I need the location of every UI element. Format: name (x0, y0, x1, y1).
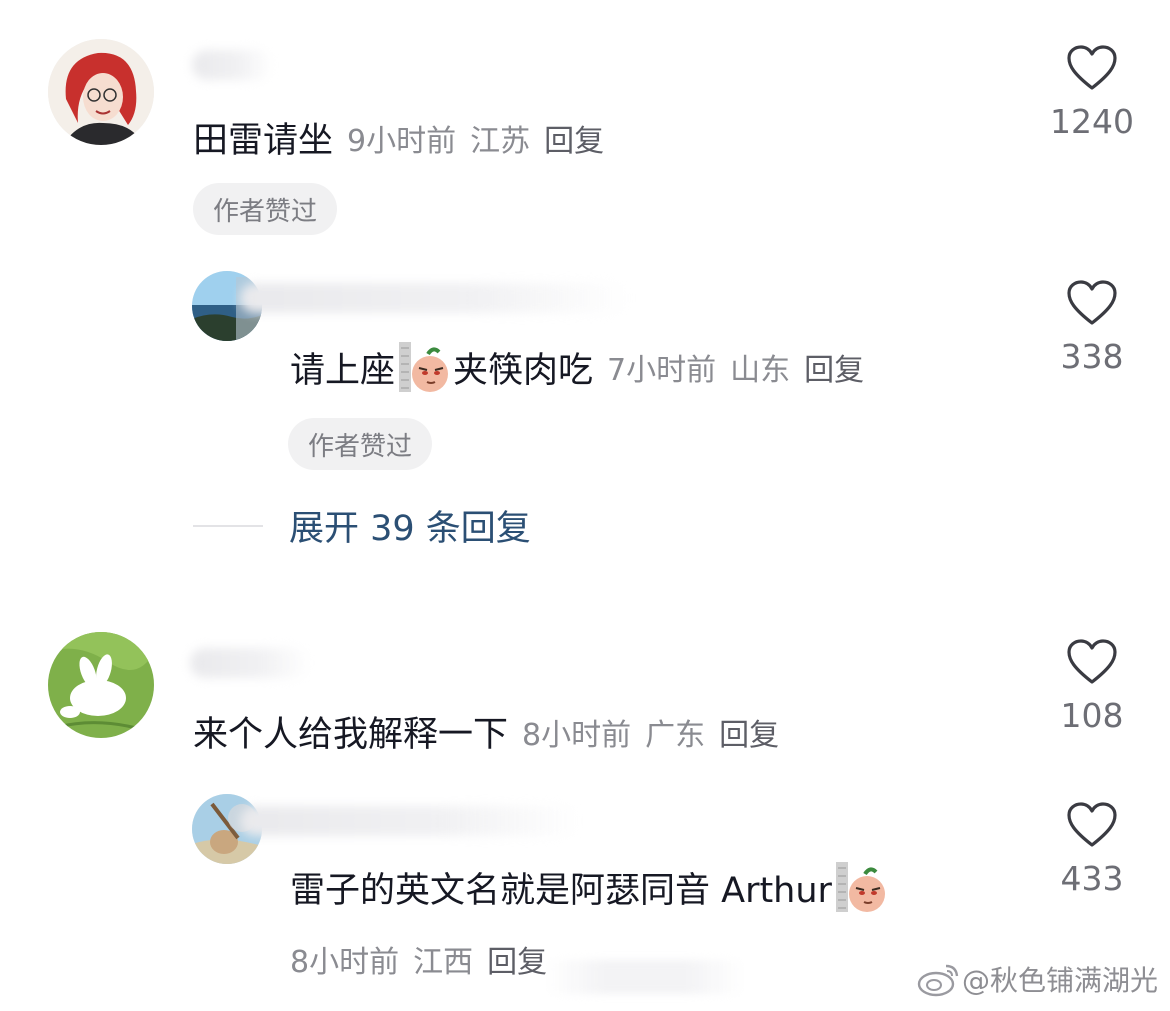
like-button[interactable]: 108 (1037, 638, 1147, 735)
comment-location: 江西 (413, 945, 474, 980)
author-liked-badge: 作者赞过 (193, 183, 338, 235)
blurred-username (240, 283, 630, 313)
avatar[interactable] (48, 39, 154, 145)
comment-meta-line: 8小时前 江西 回复 (290, 937, 547, 981)
blur-overlay (545, 960, 745, 994)
heart-outline-icon (1067, 639, 1117, 684)
comment-line: 请上座 夹筷肉吃 7小时前 山东 回复 (290, 340, 864, 394)
comment-text: 夹筷肉吃 (453, 350, 594, 391)
comment-text: 请上座 (290, 350, 396, 391)
comment-location: 江苏 (470, 123, 531, 159)
reply-button[interactable]: 回复 (804, 345, 864, 389)
like-count: 1240 (1050, 102, 1134, 141)
peanut-doll-sticker (399, 342, 449, 392)
blurred-username (240, 806, 580, 836)
like-count: 108 (1060, 696, 1124, 735)
comment-location: 广东 (645, 717, 706, 753)
comment-time: 7小时前 (607, 353, 717, 388)
expand-replies[interactable]: 展开 39 条回复 (193, 500, 531, 551)
like-button[interactable]: 338 (1037, 279, 1147, 376)
comment-location: 山东 (730, 353, 791, 388)
like-count: 338 (1060, 337, 1124, 376)
comment-line: 雷子的英文名就是阿瑟同音 Arthur (290, 860, 890, 914)
author-liked-badge: 作者赞过 (288, 418, 433, 470)
like-button[interactable]: 1240 (1037, 44, 1147, 141)
comment-time: 9小时前 (347, 123, 457, 159)
blurred-username (192, 50, 272, 80)
watermark: @秋色铺满湖光 (916, 959, 1158, 999)
like-button[interactable]: 433 (1037, 801, 1147, 898)
peanut-doll-sticker (835, 862, 885, 912)
like-count: 433 (1060, 859, 1124, 898)
watermark-text: @秋色铺满湖光 (961, 964, 1158, 997)
avatar[interactable] (48, 632, 154, 738)
reply-button[interactable]: 回复 (487, 937, 547, 981)
comment-time: 8小时前 (522, 717, 632, 753)
heart-outline-icon (1067, 45, 1117, 90)
heart-outline-icon (1067, 802, 1117, 847)
comment-line: 来个人给我解释一下 8小时前 广东 回复 (193, 706, 779, 757)
expand-replies-label[interactable]: 展开 39 条回复 (289, 500, 531, 551)
divider (193, 524, 263, 527)
reply-button[interactable]: 回复 (719, 710, 779, 754)
comment-line: 田雷请坐 9小时前 江苏 回复 (193, 112, 604, 163)
weibo-logo-icon (917, 964, 959, 997)
heart-outline-icon (1067, 280, 1117, 325)
comment-time: 8小时前 (290, 945, 400, 980)
comment-text: 来个人给我解释一下 (193, 715, 509, 755)
blurred-username (190, 648, 310, 678)
comment-text: 田雷请坐 (193, 121, 334, 161)
reply-button[interactable]: 回复 (544, 116, 604, 160)
comment-text: 雷子的英文名就是阿瑟同音 Arthur (290, 870, 832, 911)
